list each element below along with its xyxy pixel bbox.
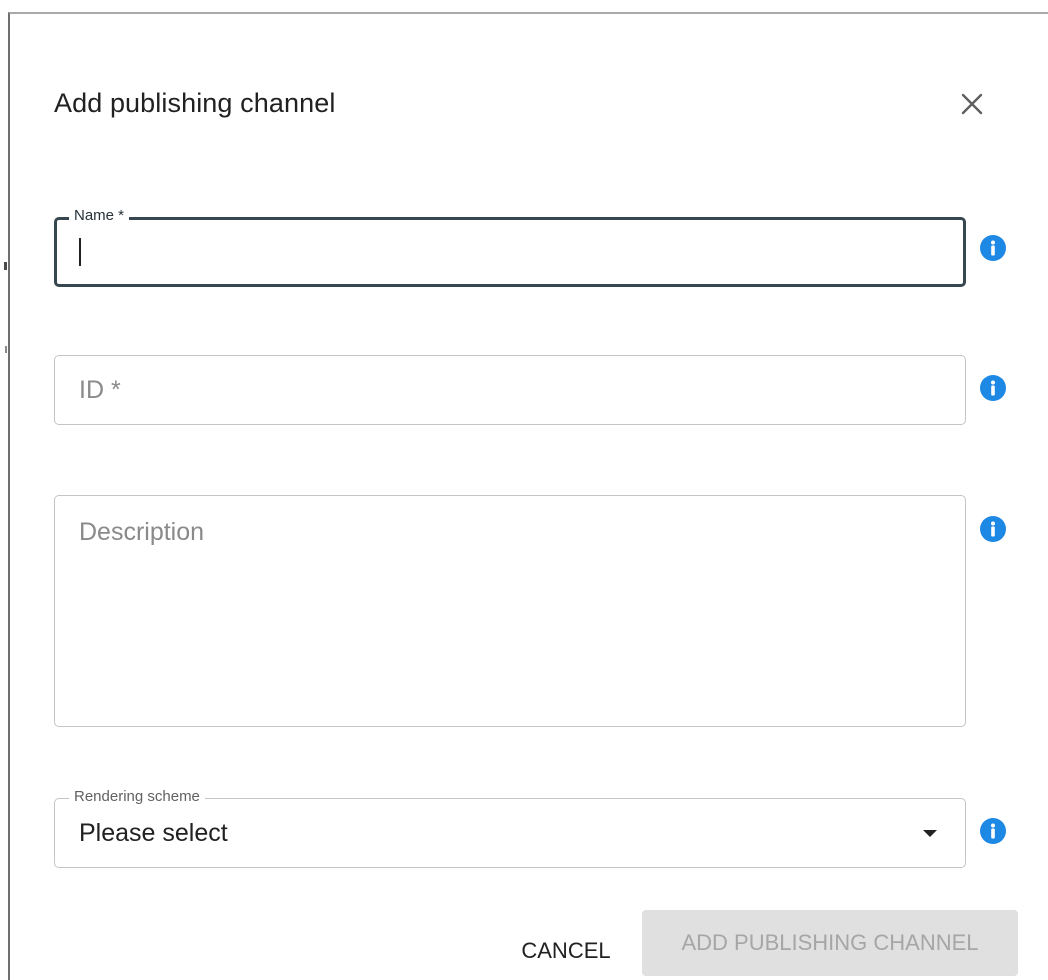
- rendering-scheme-label: Rendering scheme: [69, 788, 205, 806]
- add-publishing-channel-button[interactable]: ADD PUBLISHING CHANNEL: [642, 910, 1018, 976]
- backdrop-mark: [4, 262, 7, 270]
- rendering-scheme-select[interactable]: Rendering scheme Please select: [54, 788, 966, 868]
- info-icon[interactable]: [980, 818, 1006, 844]
- name-field-label: Name *: [69, 207, 130, 225]
- dialog-title: Add publishing channel: [54, 88, 336, 118]
- close-icon: [961, 93, 983, 115]
- cancel-button[interactable]: CANCEL: [496, 922, 636, 980]
- id-field[interactable]: ID *: [54, 355, 966, 425]
- description-field[interactable]: Description: [54, 495, 966, 727]
- close-button[interactable]: [954, 86, 990, 122]
- info-icon[interactable]: [980, 516, 1006, 542]
- info-icon[interactable]: [980, 375, 1006, 401]
- rendering-scheme-selected: Please select: [79, 819, 228, 847]
- id-field-placeholder: ID *: [79, 376, 121, 404]
- page: Add publishing channel Name * ID * Descr…: [0, 0, 1048, 980]
- add-publishing-channel-dialog: Add publishing channel Name * ID * Descr…: [8, 12, 1048, 980]
- text-cursor: [79, 238, 81, 266]
- backdrop-mark: [5, 346, 7, 353]
- caret-down-icon[interactable]: [923, 830, 937, 837]
- info-icon[interactable]: [980, 235, 1006, 261]
- description-field-placeholder: Description: [79, 518, 205, 546]
- name-field[interactable]: Name *: [54, 207, 966, 287]
